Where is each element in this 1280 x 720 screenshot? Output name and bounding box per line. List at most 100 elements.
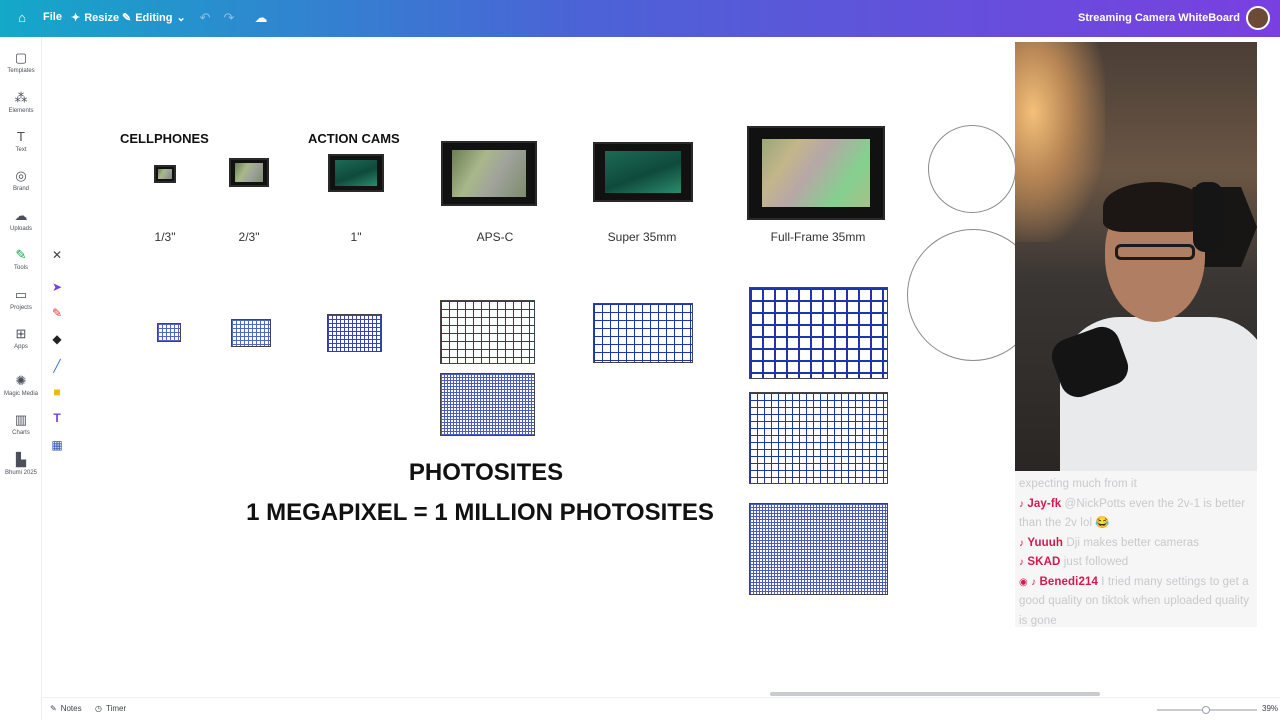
chat-message: ♪ SKAD just followed [1019,553,1253,573]
label-2-3-inch[interactable]: 2/3" [239,230,260,244]
chat-message: ◉ ♪ Benedi214 I tried many settings to g… [1019,573,1253,632]
circle-shape[interactable] [928,125,1016,213]
photosite-grid-full-frame-medium[interactable] [749,392,888,484]
redo-icon[interactable]: ↷ [221,10,237,26]
editing-mode-dropdown[interactable]: ✎ Editing ⌄ [122,11,186,25]
cloud-save-icon[interactable]: ☁ [253,10,269,26]
chevron-down-icon: ⌄ [176,12,186,24]
sensor-chip [762,138,870,208]
text-tool-icon[interactable]: T [47,408,67,428]
sidebar-item-charts[interactable]: ▥ Charts [0,405,42,443]
chat-text: expecting much from it [1019,478,1137,490]
photosite-grid-1-3[interactable] [157,323,181,342]
sensor-super-35mm[interactable] [593,142,693,202]
photosite-grid-2-3[interactable] [231,319,271,347]
notes-button[interactable]: ✎ Notes [50,704,82,713]
eraser-icon[interactable]: ◆ [47,329,67,349]
sticky-note-icon[interactable]: ■ [47,382,67,402]
sidebar-item-templates[interactable]: ▢ Templates [0,43,42,81]
sidebar-item-tools[interactable]: ✎ Tools [0,240,42,278]
zoom-level[interactable]: 39% [1262,704,1278,713]
label-aps-c[interactable]: APS-C [477,230,514,244]
chat-message: expecting much from it [1019,475,1253,495]
label-1-inch[interactable]: 1" [351,230,362,244]
photosite-grid-full-frame[interactable] [749,287,888,379]
sensor-1-inch[interactable] [328,154,384,192]
label-super-35mm[interactable]: Super 35mm [608,230,677,244]
left-sidebar: ▢ Templates ⁂ Elements T Text ◎ Brand ☁ … [0,37,42,720]
home-icon[interactable]: ⌂ [14,10,30,26]
streamer-hair [1103,182,1207,232]
heading-action-cams[interactable]: ACTION CAMS [308,131,400,146]
chat-text: just followed [1063,556,1129,568]
sidebar-item-label: Projects [10,305,32,311]
table-icon[interactable]: ▦ [47,435,67,455]
sensor-1-3-inch[interactable] [154,165,176,183]
avatar[interactable] [1246,6,1270,30]
horizontal-scrollbar[interactable] [770,692,1100,696]
photosite-grid-full-frame-dense[interactable] [749,503,888,595]
sensor-aps-c[interactable] [441,141,537,206]
line-icon[interactable]: ╱ [47,356,67,376]
label-full-frame[interactable]: Full-Frame 35mm [771,230,866,244]
sidebar-item-label: Uploads [9,226,32,232]
magic-media-icon: ✺ [15,373,27,388]
bottom-bar: ✎ Notes ◷ Timer 39% [42,692,1280,720]
text-icon: T [17,129,25,144]
charts-icon: ▥ [14,412,28,427]
projects-icon: ▭ [14,287,28,302]
chat-message: ♪ Jay-fk @NickPotts even the 2v-1 is bet… [1019,495,1253,534]
label-1-3-inch[interactable]: 1/3" [155,230,176,244]
file-menu-button[interactable]: File [43,11,62,23]
elements-icon: ⁂ [14,90,28,105]
tiktok-icon: ♪ [1019,498,1025,510]
undo-icon[interactable]: ↶ [197,10,213,26]
sidebar-item-label: Elements [8,108,34,114]
sidebar-item-label: Tools [13,265,28,271]
sidebar-item-label: Magic Media [3,391,38,397]
pen-icon[interactable]: ✎ [47,303,67,323]
chat-username: Jay-fk [1027,497,1062,510]
sidebar-item-projects[interactable]: ▭ Projects [0,280,42,318]
document-title[interactable]: Streaming Camera WhiteBoard [1078,12,1240,24]
sidebar-item-text[interactable]: T Text [0,122,42,160]
sidebar-item-elements[interactable]: ⁂ Elements [0,83,42,121]
resize-button[interactable]: ✦ Resize [71,11,120,25]
sidebar-item-bhumi[interactable]: ▙ Bhumi 2025 [0,445,42,483]
sidebar-item-label: Text [15,147,27,153]
sidebar-item-uploads[interactable]: ☁ Uploads [0,201,42,239]
photosite-grid-aps-c[interactable] [440,300,535,364]
pencil-icon: ✎ [122,12,132,24]
tiktok-icon: ♪ [1019,537,1025,549]
sidebar-item-apps[interactable]: ⊞ Apps [0,319,42,357]
heading-cellphones[interactable]: CELLPHONES [120,131,209,146]
sidebar-item-label: Bhumi 2025 [4,470,38,476]
timer-button[interactable]: ◷ Timer [95,704,126,713]
sidebar-item-brand[interactable]: ◎ Brand [0,161,42,199]
photosites-title[interactable]: PHOTOSITES [409,459,563,487]
sidebar-item-label: Templates [7,68,35,74]
badge-icon: ◉ [1019,576,1028,588]
photosite-grid-super-35[interactable] [593,303,693,363]
uploads-icon: ☁ [14,208,28,223]
tools-icon: ✎ [15,247,27,262]
resize-label: Resize [84,11,120,24]
sidebar-item-label: Charts [12,430,30,436]
chat-username: SKAD [1027,556,1061,568]
photosite-grid-aps-c-dense[interactable] [440,373,535,436]
photosite-grid-1-inch[interactable] [327,314,382,352]
sensor-chip [234,163,264,182]
sensor-full-frame[interactable] [747,126,885,220]
brand-icon: ◎ [15,168,27,183]
top-toolbar: ⌂ File ✦ Resize ✎ Editing ⌄ ↶ ↷ ☁ Stream… [0,0,1280,37]
close-icon[interactable]: ✕ [47,245,67,265]
tiktok-icon: ♪ [1019,557,1025,568]
chat-username: Benedi214 [1039,575,1098,588]
chat-text: Dji makes better cameras [1066,536,1200,549]
background-lamp [1015,42,1105,242]
megapixel-definition[interactable]: 1 MEGAPIXEL = 1 MILLION PHOTOSITES [246,499,714,527]
zoom-slider-handle[interactable] [1202,706,1210,714]
sensor-2-3-inch[interactable] [229,158,269,187]
sidebar-item-magic-media[interactable]: ✺ Magic Media [0,366,42,404]
select-arrow-icon[interactable]: ➤ [47,277,67,297]
